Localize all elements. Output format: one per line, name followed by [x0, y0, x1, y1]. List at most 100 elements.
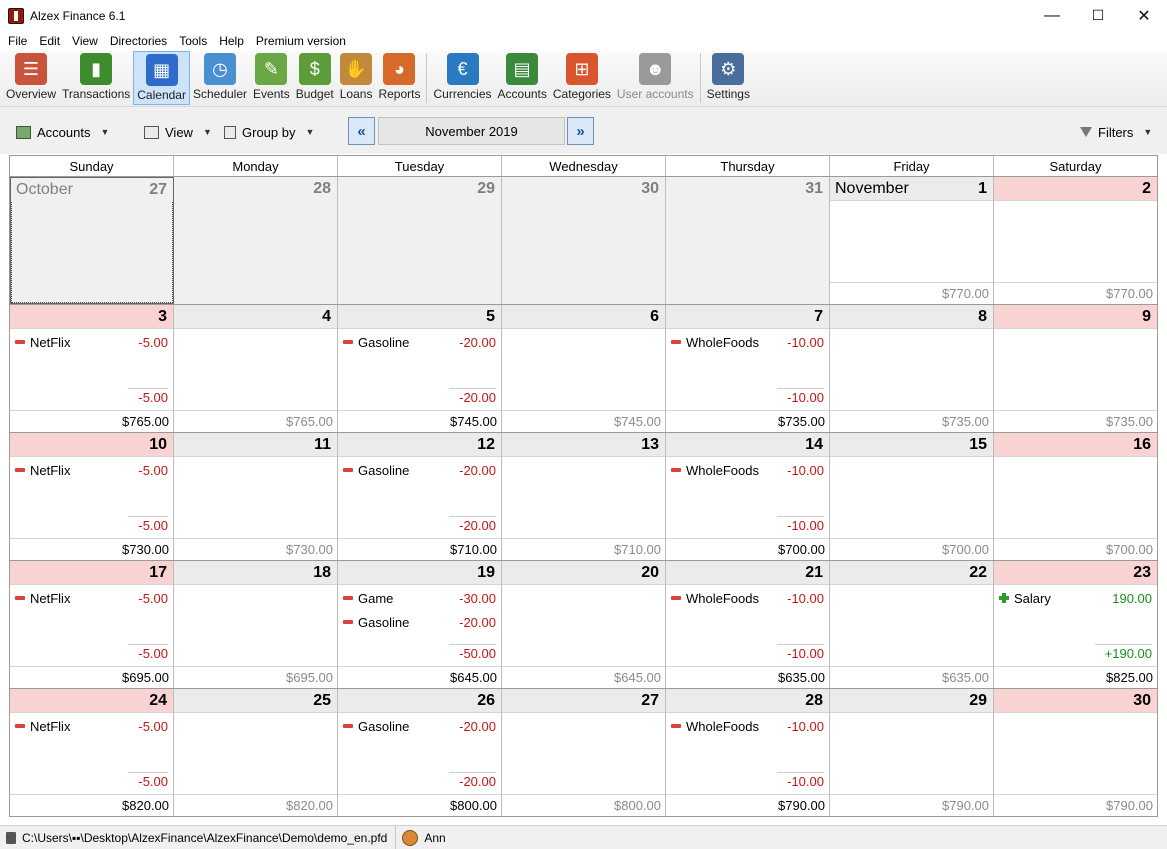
day-cell[interactable]: 24 NetFlix -5.00 -5.00 $820.00: [10, 689, 174, 816]
weekday-wednesday: Wednesday: [502, 156, 666, 176]
transaction-item[interactable]: WholeFoods -10.00: [671, 333, 824, 351]
expense-minus-icon: [15, 340, 25, 344]
day-cell[interactable]: 19 Game -30.00 Gasoline -20.00 -50.00 $645.00: [338, 561, 502, 688]
transaction-item[interactable]: Gasoline -20.00: [343, 461, 496, 479]
toolbar-user-accounts-button[interactable]: ☻ User accounts: [614, 51, 697, 105]
weekday-saturday: Saturday: [1049, 159, 1102, 174]
day-cell[interactable]: 3 NetFlix -5.00 -5.00 $765.00: [10, 305, 174, 432]
maximize-button[interactable]: ☐: [1075, 0, 1121, 31]
day-cell[interactable]: 20 $645.00: [502, 561, 666, 688]
transaction-item[interactable]: Gasoline -20.00: [343, 717, 496, 735]
transaction-item[interactable]: NetFlix -5.00: [15, 333, 168, 351]
menu-item-directories[interactable]: Directories: [104, 34, 173, 48]
next-month-button[interactable]: »: [567, 117, 594, 145]
transaction-item[interactable]: Salary 190.00: [999, 589, 1152, 607]
close-button[interactable]: ✕: [1121, 0, 1167, 31]
day-cell[interactable]: 2 $770.00: [994, 177, 1157, 304]
day-header: 25: [174, 689, 337, 713]
day-cell[interactable]: 26 Gasoline -20.00 -20.00 $800.00: [338, 689, 502, 816]
day-cell[interactable]: 14 WholeFoods -10.00 -10.00 $700.00: [666, 433, 830, 560]
toolbar-categories-button[interactable]: ⊞ Categories: [550, 51, 614, 105]
weekday-monday: Monday: [174, 156, 338, 176]
toolbar-loans-button[interactable]: ✋ Loans: [337, 51, 376, 105]
day-cell[interactable]: 29 $790.00: [830, 689, 994, 816]
day-cell[interactable]: 4 $765.00: [174, 305, 338, 432]
transaction-item[interactable]: WholeFoods -10.00: [671, 589, 824, 607]
day-cell[interactable]: November 1 $770.00: [830, 177, 994, 304]
day-cell[interactable]: 27 $800.00: [502, 689, 666, 816]
toolbar-currencies-button[interactable]: € Currencies: [430, 51, 494, 105]
transaction-item[interactable]: NetFlix -5.00: [15, 461, 168, 479]
menu-item-edit[interactable]: Edit: [33, 34, 66, 48]
transaction-item[interactable]: WholeFoods -10.00: [671, 461, 824, 479]
toolbar-overview-button[interactable]: ☰ Overview: [3, 51, 59, 105]
day-cell[interactable]: 29: [338, 177, 502, 304]
transaction-item[interactable]: Gasoline -20.00: [343, 613, 496, 631]
day-cell[interactable]: 10 NetFlix -5.00 -5.00 $730.00: [10, 433, 174, 560]
transaction-amount: -10.00: [787, 334, 824, 350]
group-by-dropdown[interactable]: Group by ▼: [224, 123, 314, 141]
transaction-amount: -5.00: [138, 718, 168, 734]
transaction-item[interactable]: NetFlix -5.00: [15, 589, 168, 607]
day-cell[interactable]: 30: [502, 177, 666, 304]
day-cell[interactable]: 30 $790.00: [994, 689, 1157, 816]
transaction-item[interactable]: Gasoline -20.00: [343, 333, 496, 351]
day-cell[interactable]: 28 WholeFoods -10.00 -10.00 $790.00: [666, 689, 830, 816]
minimize-button[interactable]: —: [1029, 0, 1075, 31]
toolbar-settings-button[interactable]: ⚙ Settings: [704, 51, 753, 105]
day-balance: $710.00: [338, 538, 501, 560]
day-cell[interactable]: 23 Salary 190.00 +190.00 $825.00: [994, 561, 1157, 688]
status-user[interactable]: Ann: [396, 829, 446, 846]
filters-dropdown[interactable]: Filters ▼: [1080, 123, 1152, 141]
day-cell[interactable]: 22 $635.00: [830, 561, 994, 688]
toolbar-scheduler-button[interactable]: ◷ Scheduler: [190, 51, 250, 105]
day-cell[interactable]: 6 $745.00: [502, 305, 666, 432]
menu-item-help[interactable]: Help: [213, 34, 250, 48]
day-cell[interactable]: 15 $700.00: [830, 433, 994, 560]
day-total: -5.00: [128, 644, 168, 662]
expense-minus-icon: [671, 468, 681, 472]
day-cell[interactable]: 31: [666, 177, 830, 304]
toolbar-transactions-button[interactable]: ▮ Transactions: [59, 51, 133, 105]
toolbar-budget-button[interactable]: $ Budget: [293, 51, 337, 105]
day-cell[interactable]: 7 WholeFoods -10.00 -10.00 $735.00: [666, 305, 830, 432]
menu-item-tools[interactable]: Tools: [173, 34, 213, 48]
day-number: 11: [314, 436, 331, 453]
day-cell[interactable]: 12 Gasoline -20.00 -20.00 $710.00: [338, 433, 502, 560]
day-cell[interactable]: 18 $695.00: [174, 561, 338, 688]
day-balance: $800.00: [338, 794, 501, 816]
toolbar-calendar-button[interactable]: ▦ Calendar: [133, 51, 190, 105]
day-balance: $735.00: [666, 410, 829, 432]
transaction-name: NetFlix: [30, 334, 71, 350]
day-cell[interactable]: 16 $700.00: [994, 433, 1157, 560]
group-by-dropdown-label: Group by: [242, 124, 296, 140]
day-number: 22: [969, 564, 987, 581]
day-cell[interactable]: October 27: [10, 177, 174, 304]
day-cell[interactable]: 17 NetFlix -5.00 -5.00 $695.00: [10, 561, 174, 688]
day-total: -20.00: [449, 516, 496, 534]
transaction-item[interactable]: Game -30.00: [343, 589, 496, 607]
toolbar-events-button[interactable]: ✎ Events: [250, 51, 293, 105]
day-cell[interactable]: 13 $710.00: [502, 433, 666, 560]
menu-item-premium-version[interactable]: Premium version: [250, 34, 352, 48]
toolbar-reports-button[interactable]: ◕ Reports: [375, 51, 423, 105]
day-cell[interactable]: 21 WholeFoods -10.00 -10.00 $635.00: [666, 561, 830, 688]
transaction-item[interactable]: NetFlix -5.00: [15, 717, 168, 735]
toolbar-accounts-button[interactable]: ▤ Accounts: [495, 51, 550, 105]
day-header: 9: [994, 305, 1157, 329]
day-cell[interactable]: 11 $730.00: [174, 433, 338, 560]
menu-item-view[interactable]: View: [66, 34, 104, 48]
day-cell[interactable]: 28: [174, 177, 338, 304]
day-cell[interactable]: 25 $820.00: [174, 689, 338, 816]
view-dropdown[interactable]: View ▼: [144, 123, 212, 141]
day-cell[interactable]: 9 $735.00: [994, 305, 1157, 432]
day-balance: $765.00: [174, 410, 337, 432]
transaction-item[interactable]: WholeFoods -10.00: [671, 717, 824, 735]
day-cell[interactable]: 8 $735.00: [830, 305, 994, 432]
accounts-dropdown[interactable]: Accounts ▼: [16, 123, 109, 141]
day-number: 2: [1142, 180, 1151, 197]
day-header: 19: [338, 561, 501, 585]
menu-item-file[interactable]: File: [2, 34, 33, 48]
day-cell[interactable]: 5 Gasoline -20.00 -20.00 $745.00: [338, 305, 502, 432]
previous-month-button[interactable]: «: [348, 117, 375, 145]
